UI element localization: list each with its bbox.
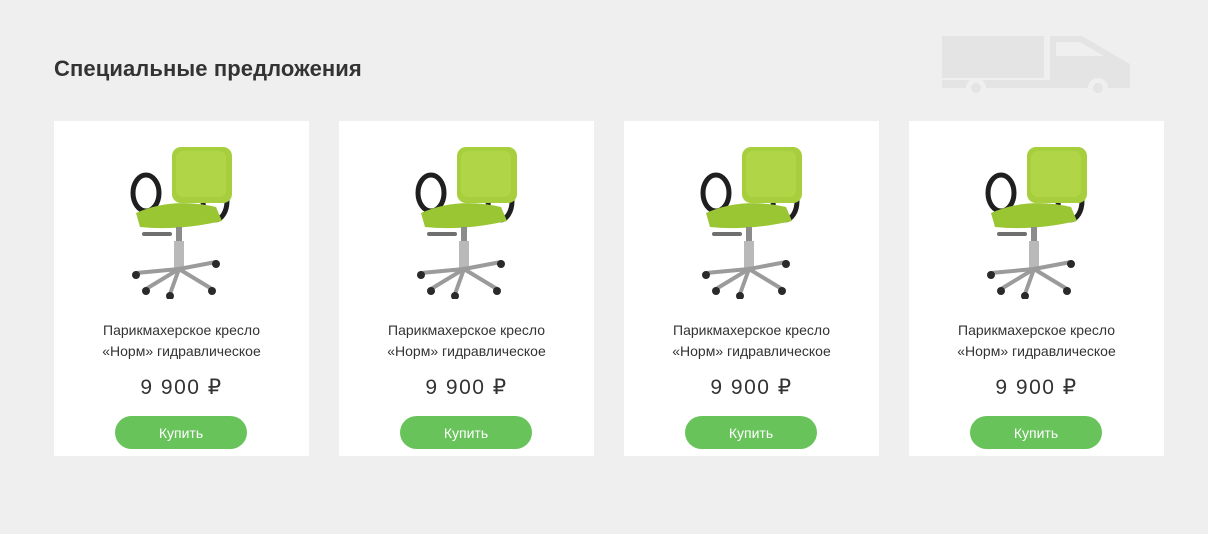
buy-button[interactable]: Купить xyxy=(970,416,1102,449)
product-list: Парикмахерское кресло «Норм» гидравличес… xyxy=(54,121,1164,456)
product-name[interactable]: Парикмахерское кресло «Норм» гидравличес… xyxy=(339,320,594,362)
product-name-line: «Норм» гидравлическое xyxy=(957,343,1116,359)
product-name-line: «Норм» гидравлическое xyxy=(672,343,831,359)
truck-icon xyxy=(942,36,1130,96)
chair-image[interactable] xyxy=(407,139,527,299)
section-title: Специальные предложения xyxy=(54,56,362,81)
product-name-line: «Норм» гидравлическое xyxy=(387,343,546,359)
product-name-line: Парикмахерское кресло xyxy=(958,322,1115,338)
chair-image[interactable] xyxy=(977,139,1097,299)
chair-image[interactable] xyxy=(122,139,242,299)
product-price: 9 900 ₽ xyxy=(710,376,793,399)
chair-image[interactable] xyxy=(692,139,812,299)
product-name-line: Парикмахерское кресло xyxy=(103,322,260,338)
product-name[interactable]: Парикмахерское кресло «Норм» гидравличес… xyxy=(54,320,309,362)
buy-button[interactable]: Купить xyxy=(685,416,817,449)
product-price: 9 900 ₽ xyxy=(995,376,1078,399)
product-card: Парикмахерское кресло «Норм» гидравличес… xyxy=(339,121,594,456)
buy-button[interactable]: Купить xyxy=(115,416,247,449)
product-name-line: Парикмахерское кресло xyxy=(673,322,830,338)
product-price: 9 900 ₽ xyxy=(140,376,223,399)
product-price: 9 900 ₽ xyxy=(425,376,508,399)
product-name-line: «Норм» гидравлическое xyxy=(102,343,261,359)
product-card: Парикмахерское кресло «Норм» гидравличес… xyxy=(909,121,1164,456)
product-name[interactable]: Парикмахерское кресло «Норм» гидравличес… xyxy=(909,320,1164,362)
product-name[interactable]: Парикмахерское кресло «Норм» гидравличес… xyxy=(624,320,879,362)
product-name-line: Парикмахерское кресло xyxy=(388,322,545,338)
buy-button[interactable]: Купить xyxy=(400,416,532,449)
product-card: Парикмахерское кресло «Норм» гидравличес… xyxy=(54,121,309,456)
product-card: Парикмахерское кресло «Норм» гидравличес… xyxy=(624,121,879,456)
